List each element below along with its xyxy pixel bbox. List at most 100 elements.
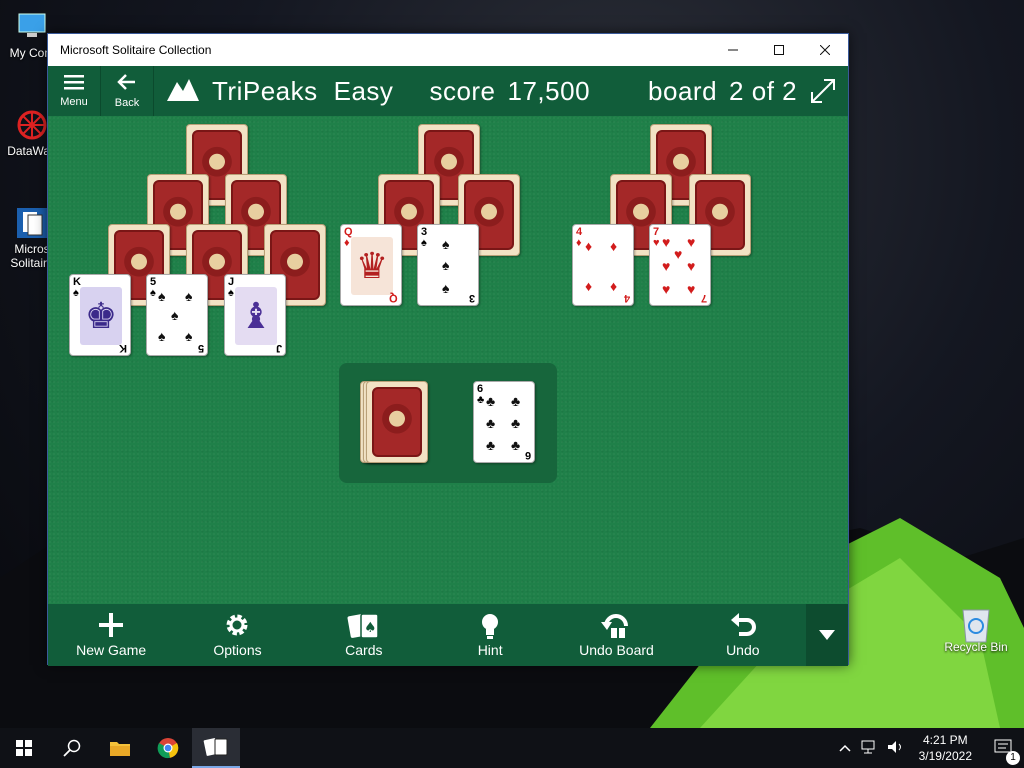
taskbar-file-explorer[interactable]: [96, 728, 144, 768]
toolbar-expand-button[interactable]: [805, 604, 848, 666]
card-pip: ♠: [442, 257, 450, 273]
solitaire-icon: [15, 206, 49, 240]
back-arrow-icon: [117, 73, 137, 95]
maximize-button[interactable]: [756, 34, 802, 66]
card-pip: ♦: [585, 238, 593, 254]
svg-text:♠: ♠: [364, 620, 377, 636]
search-button[interactable]: [48, 728, 96, 768]
hamburger-icon: [64, 74, 84, 94]
cards-button[interactable]: ♠ Cards: [301, 604, 427, 666]
waste-card[interactable]: 6 ♣ ♣ ♣ ♣ ♣ ♣ ♣ 6: [473, 381, 535, 463]
undo-button[interactable]: Undo: [680, 604, 806, 666]
start-button[interactable]: [0, 728, 48, 768]
volume-icon[interactable]: [883, 740, 909, 757]
card-tableau-3[interactable]: Q ♦ ♛ Q: [340, 224, 402, 306]
menu-label: Menu: [60, 96, 88, 108]
datawag-icon: [15, 108, 49, 142]
card-rank-bottom: 6: [524, 449, 531, 461]
card-rank-bottom: Q: [389, 292, 398, 304]
close-icon: [820, 45, 830, 55]
notifications-button[interactable]: 1: [982, 739, 1024, 765]
close-button[interactable]: [802, 34, 848, 66]
queen-portrait-icon: ♛: [351, 237, 393, 295]
card-pip: ♦: [610, 238, 618, 254]
hint-button[interactable]: Hint: [427, 604, 553, 666]
notification-count-badge: 1: [1006, 750, 1020, 765]
card-rank-bottom: 7: [700, 292, 707, 304]
fullscreen-button[interactable]: [810, 78, 836, 104]
undo-icon: [729, 612, 757, 642]
card-rank: 6 ♣: [477, 383, 485, 406]
clock-date: 3/19/2022: [918, 749, 972, 763]
card-rank-bottom: 5: [197, 342, 204, 354]
options-label: Options: [213, 642, 262, 658]
card-rank-bottom: J: [275, 342, 282, 354]
card-rank: 4 ♦: [576, 226, 583, 249]
card-tableau-2[interactable]: J ♠ ♝ J: [224, 274, 286, 356]
card-pip: ♠: [442, 280, 450, 296]
undo-board-icon: [600, 612, 632, 642]
minimize-icon: [728, 49, 738, 51]
card-pip: ♣: [511, 415, 521, 431]
board-label: board: [648, 75, 718, 106]
plus-icon: [98, 612, 124, 642]
card-tableau-4[interactable]: 3 ♠ ♠ ♠ ♠ 3: [417, 224, 479, 306]
taskbar-chrome[interactable]: [144, 728, 192, 768]
new-game-label: New Game: [76, 642, 147, 658]
menu-button[interactable]: Menu: [48, 66, 101, 116]
board-value: 2 of 2: [729, 75, 798, 106]
system-tray: 4:21 PM 3/19/2022 1: [833, 728, 1024, 768]
desktop-icon-recycle-bin[interactable]: Recycle Bin: [944, 604, 1008, 654]
new-game-button[interactable]: New Game: [48, 604, 174, 666]
title-bar: Microsoft Solitaire Collection: [48, 34, 848, 66]
score-value: 17,500: [507, 75, 591, 106]
recycle-bin-label: Recycle Bin: [944, 640, 1008, 654]
network-icon[interactable]: [857, 740, 883, 757]
card-pip: ♠: [158, 328, 166, 344]
card-tableau-0[interactable]: K ♠ ♚ K: [69, 274, 131, 356]
card-rank-bottom: K: [119, 342, 127, 354]
card-tableau-5[interactable]: 4 ♦ ♦ ♦ ♦ ♦ 4: [572, 224, 634, 306]
windows-logo-icon: [16, 740, 32, 756]
minimize-button[interactable]: [710, 34, 756, 66]
tripeaks-mountain-icon: [166, 76, 200, 106]
back-label: Back: [114, 97, 140, 109]
game-name: TriPeaks: [212, 75, 318, 106]
undo-board-label: Undo Board: [579, 642, 654, 658]
card-pip: ♣: [511, 393, 521, 409]
jack-portrait-icon: ♝: [235, 287, 277, 345]
game-board: K ♠ ♚ K 5 ♠ ♠ ♠ ♠ ♠ ♠ 5 J ♠ ♝ J Q ♦ ♛ Q 3 ♠ ♠…: [48, 116, 848, 604]
chevron-up-icon[interactable]: [833, 741, 857, 755]
card-pip: ♣: [511, 437, 521, 453]
card-pip: ♠: [185, 328, 193, 344]
card-pip: ♦: [585, 278, 593, 294]
score-label: score: [429, 75, 496, 106]
clock[interactable]: 4:21 PM 3/19/2022: [909, 732, 982, 764]
undo-label: Undo: [726, 642, 760, 658]
card-pip: ♦: [610, 278, 618, 294]
solitaire-cards-icon: [203, 738, 228, 756]
difficulty-label: Easy: [333, 75, 394, 106]
options-button[interactable]: Options: [174, 604, 300, 666]
stock-pile[interactable]: [366, 381, 428, 463]
card-rank: 5 ♠: [150, 276, 157, 299]
clock-time: 4:21 PM: [922, 733, 968, 747]
card-pip: ♥: [662, 234, 671, 250]
card-pip: ♥: [662, 281, 671, 297]
card-pip: ♣: [486, 393, 496, 409]
card-rank: J ♠: [228, 276, 235, 299]
undo-board-button[interactable]: Undo Board: [553, 604, 679, 666]
game-header: Menu Back TriPeaks Easy score 17,500 boa…: [48, 66, 848, 116]
expand-icon: [811, 79, 835, 103]
chrome-icon: [157, 738, 179, 759]
card-tableau-1[interactable]: 5 ♠ ♠ ♠ ♠ ♠ ♠ 5: [146, 274, 208, 356]
taskbar-solitaire[interactable]: [192, 728, 240, 768]
card-pip: ♠: [171, 307, 179, 323]
back-button[interactable]: Back: [101, 66, 154, 116]
cards-icon: ♠: [347, 612, 381, 642]
card-rank: 7 ♥: [653, 226, 660, 249]
card-pip: ♠: [442, 236, 450, 252]
card-tableau-6[interactable]: 7 ♥ ♥ ♥ ♥ ♥ ♥ ♥ ♥ 7: [649, 224, 711, 306]
stock-waste-area: 6 ♣ ♣ ♣ ♣ ♣ ♣ ♣ 6: [339, 363, 557, 483]
card-rank-bottom: 3: [468, 292, 475, 304]
